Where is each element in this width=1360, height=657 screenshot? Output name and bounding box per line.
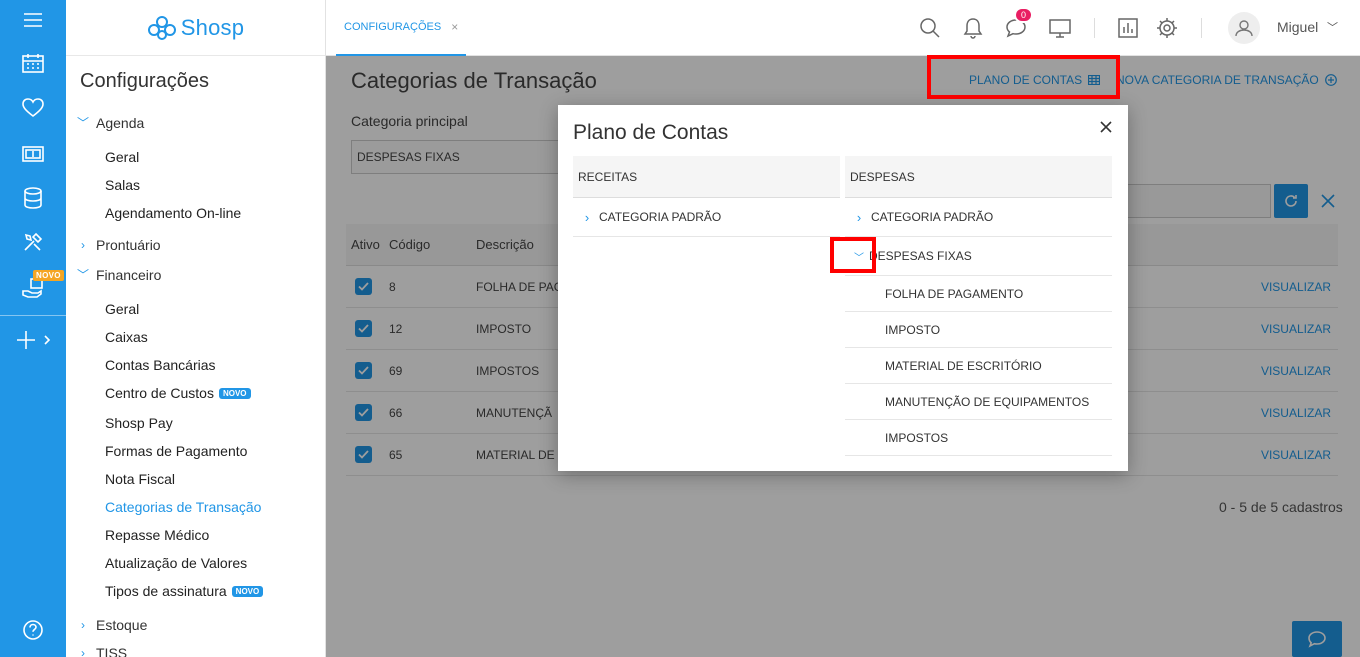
sidebar-item-agenda-geral[interactable]: Geral	[105, 149, 139, 165]
close-icon[interactable]	[1098, 119, 1114, 135]
chevron-down-icon[interactable]: ﹀	[1327, 19, 1338, 35]
topbar-divider	[1201, 18, 1202, 38]
receitas-header: RECEITAS	[573, 156, 840, 198]
bell-icon[interactable]	[961, 16, 985, 40]
topbar-divider	[1094, 18, 1095, 38]
avatar[interactable]	[1228, 12, 1260, 44]
money-icon[interactable]	[0, 134, 66, 174]
despesas-header: DESPESAS	[845, 156, 1112, 198]
add-icon[interactable]	[0, 320, 66, 360]
sidebar-item-categorias-de-transacao[interactable]: Categorias de Transação	[105, 499, 261, 515]
modal-title: Plano de Contas	[573, 121, 729, 144]
sidebar-item-shosp-pay[interactable]: Shosp Pay	[105, 415, 173, 431]
monitor-icon[interactable]	[1048, 16, 1072, 40]
sidebar-item-atualizacao-de-valores[interactable]: Atualização de Valores	[105, 555, 247, 571]
sidebar-item-agendamento-online[interactable]: Agendamento On-line	[105, 205, 241, 221]
tree-child-item[interactable]: IMPOSTOS	[845, 420, 1112, 456]
top-bar: CONFIGURAÇÕES × 0 Miguel ﹀	[326, 0, 1360, 56]
sidebar-item-formas-de-pagamento[interactable]: Formas de Pagamento	[105, 443, 247, 459]
brand-logo[interactable]: Shosp	[66, 0, 325, 56]
tree-child-item[interactable]: MATERIAL DE ESCRITÓRIO	[845, 348, 1112, 384]
tree-child-item[interactable]: FOLHA DE PAGAMENTO	[845, 276, 1112, 312]
database-icon[interactable]	[0, 178, 66, 218]
rail-divider	[0, 315, 66, 316]
icon-rail: NOVO	[0, 0, 66, 657]
highlight-box-expand-chevron	[830, 237, 876, 273]
chevron-right-icon[interactable]: ›	[853, 210, 865, 225]
highlight-box-plano-link	[927, 55, 1120, 99]
tree-item-despesas-fixas[interactable]: ﹀ DESPESAS FIXAS	[845, 237, 1112, 276]
heart-icon[interactable]	[0, 88, 66, 128]
menu-icon[interactable]	[0, 0, 66, 40]
sidebar-item-contas-bancarias[interactable]: Contas Bancárias	[105, 357, 216, 373]
sidebar-item-salas[interactable]: Salas	[105, 177, 140, 193]
user-icon	[1235, 20, 1253, 37]
sidebar-item-caixas[interactable]: Caixas	[105, 329, 148, 345]
search-icon[interactable]	[918, 16, 942, 40]
sidebar-item-tipos-de-assinatura[interactable]: Tipos de assinatura NOVO	[105, 583, 264, 599]
sidebar-section-estoque[interactable]: › Estoque	[76, 617, 147, 633]
tab-configuracoes[interactable]: CONFIGURAÇÕES ×	[336, 0, 467, 56]
tree-item-receitas-categoria-padrao[interactable]: › CATEGORIA PADRÃO	[573, 198, 840, 237]
settings-sidebar: Shosp Configurações ﹀ Agenda Geral Salas…	[66, 0, 326, 657]
chevron-down-icon: ﹀	[76, 116, 89, 130]
tree-child-item[interactable]: MANUTENÇÃO DE EQUIPAMENTOS	[845, 384, 1112, 420]
sidebar-item-centro-de-custos[interactable]: Centro de Custos NOVO	[105, 385, 251, 401]
notification-badge: 0	[1014, 7, 1034, 23]
sidebar-section-agenda[interactable]: ﹀ Agenda	[76, 114, 144, 131]
sidebar-item-financeiro-geral[interactable]: Geral	[105, 301, 139, 317]
sidebar-section-tiss[interactable]: › TISS	[76, 645, 127, 657]
sidebar-section-prontuario[interactable]: › Prontuário	[76, 237, 161, 253]
chevron-down-icon: ﹀	[76, 268, 89, 282]
tree-item-despesas-categoria-padrao[interactable]: › CATEGORIA PADRÃO	[845, 198, 1112, 237]
novo-badge: NOVO	[231, 585, 264, 597]
plano-de-contas-modal: Plano de Contas RECEITAS › CATEGORIA PAD…	[558, 105, 1128, 471]
help-icon[interactable]	[0, 610, 66, 650]
sidebar-item-nota-fiscal[interactable]: Nota Fiscal	[105, 471, 175, 487]
tools-icon[interactable]	[0, 222, 66, 262]
chevron-right-icon: ›	[81, 646, 85, 657]
chevron-right-icon: ›	[81, 618, 85, 632]
calendar-icon[interactable]	[0, 43, 66, 83]
tab-close-icon[interactable]: ×	[451, 20, 458, 34]
cloud-logo-icon	[147, 15, 176, 40]
receitas-column: RECEITAS › CATEGORIA PADRÃO	[573, 156, 840, 237]
brand-name: Shosp	[180, 14, 245, 40]
novo-badge: NOVO	[218, 387, 251, 399]
sidebar-item-repasse-medico[interactable]: Repasse Médico	[105, 527, 209, 543]
chart-icon[interactable]	[1116, 16, 1140, 40]
user-name[interactable]: Miguel	[1277, 19, 1318, 35]
chevron-right-icon[interactable]: ›	[581, 210, 593, 225]
sidebar-title: Configurações	[80, 70, 209, 92]
novo-badge: NOVO	[33, 270, 64, 281]
despesas-column: DESPESAS › CATEGORIA PADRÃO ﹀ DESPESAS F…	[845, 156, 1112, 456]
chevron-right-icon: ›	[81, 238, 85, 252]
tree-child-item[interactable]: IMPOSTO	[845, 312, 1112, 348]
sidebar-section-financeiro[interactable]: ﹀ Financeiro	[76, 266, 161, 283]
gear-icon[interactable]	[1155, 16, 1179, 40]
